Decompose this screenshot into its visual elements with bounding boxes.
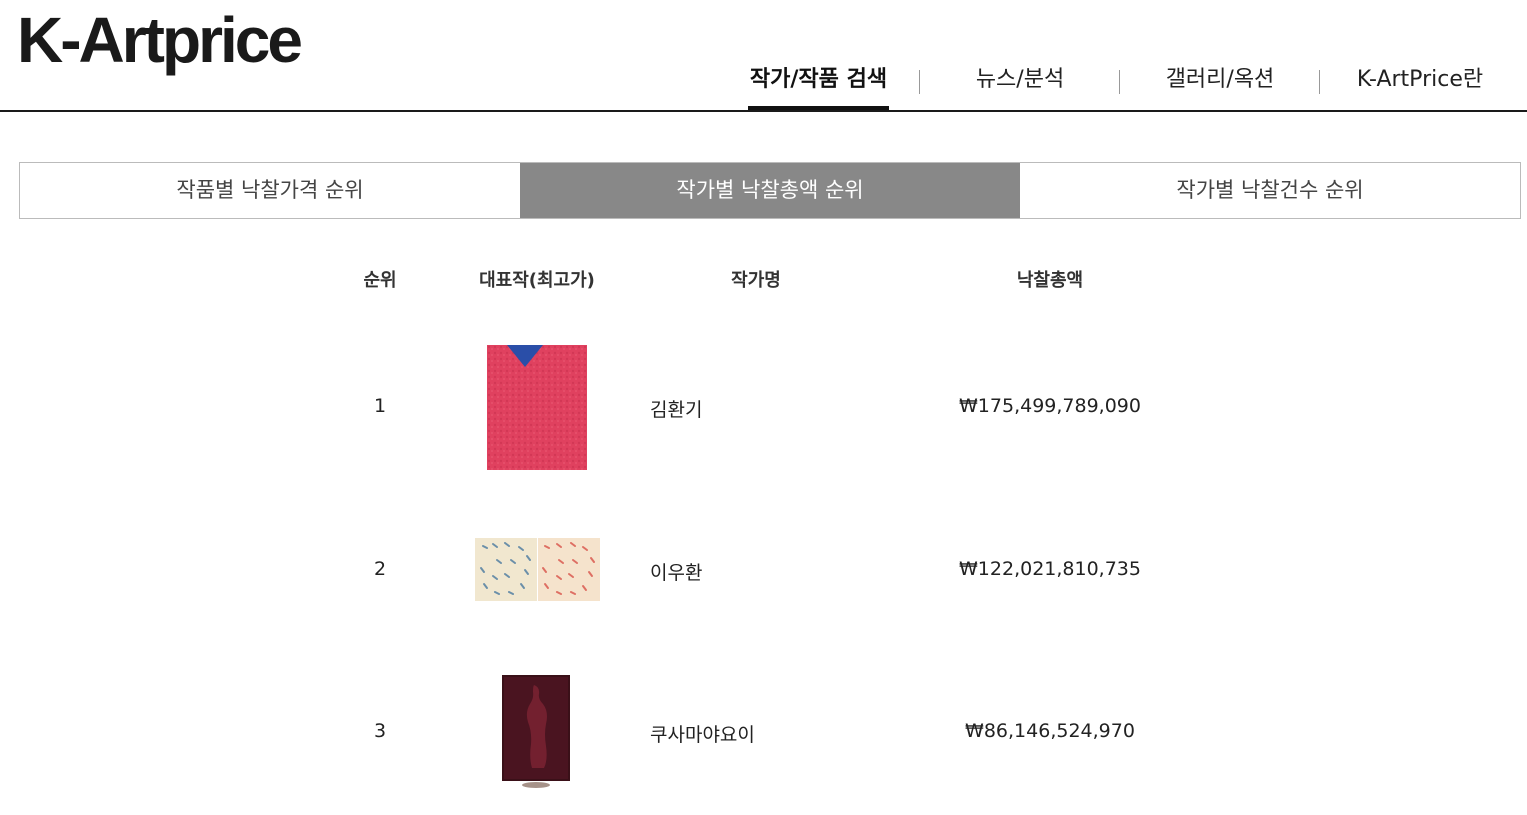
tab-work-price-ranking[interactable]: 작품별 낙찰가격 순위 [20, 163, 520, 218]
column-header-total: 낙찰총액 [1016, 270, 1084, 291]
total-amount: ₩175,499,789,090 [959, 395, 1141, 417]
tab-artist-count-ranking[interactable]: 작가별 낙찰건수 순위 [1020, 163, 1520, 218]
column-header-artist: 작가명 [731, 270, 781, 291]
artist-name[interactable]: 김환기 [650, 395, 702, 422]
artwork-thumbnail[interactable] [487, 345, 587, 470]
nav-divider [919, 70, 920, 94]
artist-name[interactable]: 이우환 [650, 558, 702, 585]
nav-item-search[interactable]: 작가/작품 검색 [748, 58, 889, 110]
rank-value: 2 [373, 558, 387, 580]
tab-artist-total-ranking[interactable]: 작가별 낙찰총액 순위 [520, 163, 1020, 218]
artwork-thumbnail[interactable] [475, 538, 600, 601]
site-logo[interactable]: K-Artprice [17, 2, 303, 78]
artwork-thumbnail[interactable] [500, 675, 572, 790]
nav-item-news[interactable]: 뉴스/분석 [950, 58, 1090, 110]
rank-value: 1 [373, 395, 387, 417]
artist-name[interactable]: 쿠사마야요이 [650, 720, 755, 747]
site-header: K-Artprice 작가/작품 검색 뉴스/분석 갤러리/옥션 K-ArtPr… [0, 0, 1527, 112]
ranking-tabs: 작품별 낙찰가격 순위 작가별 낙찰총액 순위 작가별 낙찰건수 순위 [19, 162, 1521, 219]
column-header-representative-work: 대표작(최고가) [479, 270, 595, 291]
column-header-rank: 순위 [363, 270, 397, 291]
rank-value: 3 [373, 720, 387, 742]
nav-item-about[interactable]: K-ArtPrice란 [1342, 58, 1498, 110]
nav-divider [1319, 70, 1320, 94]
nav-item-gallery-auction[interactable]: 갤러리/옥션 [1150, 58, 1290, 110]
total-amount: ₩122,021,810,735 [959, 558, 1141, 580]
main-nav: 작가/작품 검색 뉴스/분석 갤러리/옥션 K-ArtPrice란 [720, 58, 1520, 110]
total-amount: ₩86,146,524,970 [965, 720, 1135, 742]
nav-divider [1119, 70, 1120, 94]
